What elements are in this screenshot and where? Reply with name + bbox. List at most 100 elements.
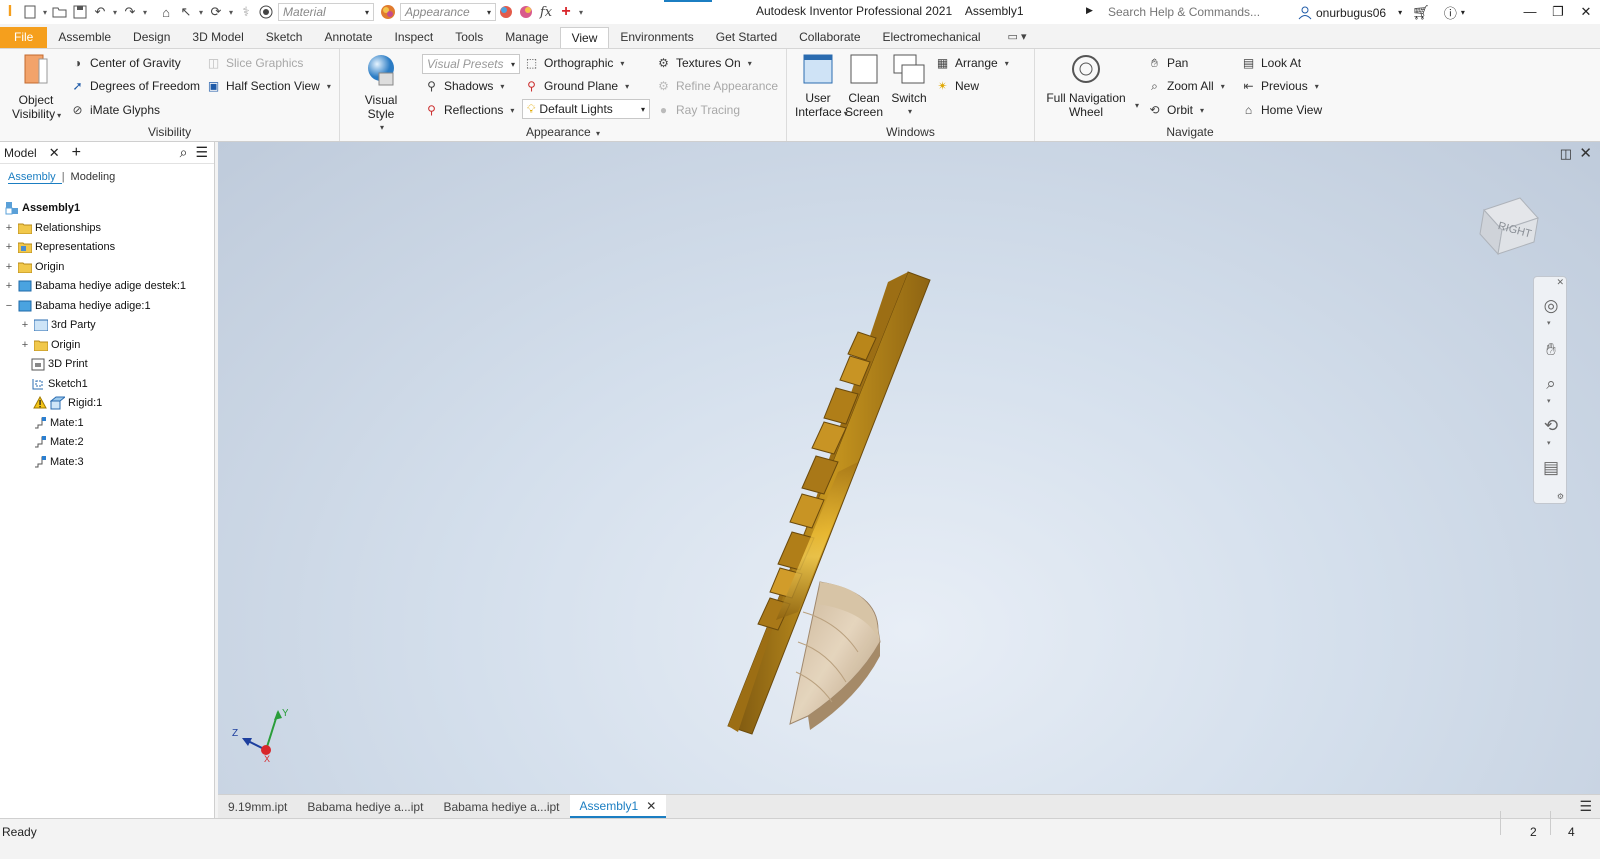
tab-file[interactable]: File: [0, 27, 48, 48]
orthographic-dropdown-icon[interactable]: ▾: [620, 59, 624, 68]
tree-node-sketch1[interactable]: Sketch1: [30, 374, 88, 393]
doc-tab-babama-1[interactable]: Babama hediye a...ipt: [297, 795, 433, 818]
visual-style-button[interactable]: Visual Style ▾: [350, 53, 412, 135]
expand-icon[interactable]: +: [4, 241, 14, 253]
tree-node-mate2[interactable]: Mate:2: [32, 432, 84, 451]
reflections-button[interactable]: ⚲ Reflections ▾: [424, 100, 514, 120]
tree-node-relationships[interactable]: + Relationships: [4, 218, 101, 237]
tree-node-mate3[interactable]: Mate:3: [32, 452, 84, 471]
restore-icon[interactable]: ❐: [1544, 0, 1572, 24]
orthographic-button[interactable]: ⬚ Orthographic ▾: [524, 53, 625, 73]
search-browser-icon[interactable]: ⌕: [180, 144, 188, 161]
tab-design[interactable]: Design: [122, 27, 181, 48]
help-dropdown-icon[interactable]: ▾: [1461, 8, 1465, 17]
tree-node-adige[interactable]: − Babama hediye adige:1: [4, 296, 151, 315]
view-cube[interactable]: RIGHT: [1476, 190, 1539, 256]
pan-button[interactable]: ✋︎ Pan: [1147, 53, 1188, 73]
tab-manage[interactable]: Manage: [494, 27, 559, 48]
switch-button[interactable]: Switch ▾: [887, 53, 931, 119]
slice-graphics-button[interactable]: ◫ Slice Graphics: [206, 53, 304, 73]
arrange-button[interactable]: ▦ Arrange ▾: [935, 53, 1009, 73]
undo-dropdown-icon[interactable]: ▾: [110, 8, 120, 17]
doc-tab-919mm[interactable]: 9.19mm.ipt: [218, 795, 297, 818]
design-doctor-icon[interactable]: ⚕: [236, 2, 256, 22]
select-icon[interactable]: ↖: [176, 2, 196, 22]
nav-orbit-dropdown-icon[interactable]: ▾: [1547, 439, 1551, 447]
tree-node-mate1[interactable]: Mate:1: [32, 413, 84, 432]
object-visibility-button[interactable]: Object Visibility ▾: [12, 53, 61, 123]
nav-wheel-dropdown-icon[interactable]: ▾: [1547, 319, 1551, 327]
doc-tab-close-icon[interactable]: ✕: [646, 795, 656, 817]
ground-plane-dropdown-icon[interactable]: ▾: [625, 82, 629, 91]
zoom-all-button[interactable]: ⌕ Zoom All ▾: [1147, 76, 1225, 96]
expand-icon[interactable]: +: [20, 319, 30, 331]
full-navigation-wheel-button[interactable]: Full Navigation Wheel: [1041, 53, 1131, 119]
home-icon[interactable]: ⌂: [156, 2, 176, 22]
zoom-all-dropdown-icon[interactable]: ▾: [1221, 82, 1225, 91]
look-at-button[interactable]: ▤ Look At: [1241, 53, 1301, 73]
subtab-assembly[interactable]: Assembly: [8, 171, 62, 184]
user-interface-button[interactable]: User Interface ▾: [795, 53, 848, 121]
inventor-logo-icon[interactable]: I: [0, 2, 20, 22]
nav-zoom-icon[interactable]: ⌕: [1540, 373, 1562, 395]
shadows-button[interactable]: ⚲ Shadows ▾: [424, 76, 504, 96]
tree-node-3d-print[interactable]: 3D Print: [30, 354, 88, 373]
reflections-dropdown-icon[interactable]: ▾: [510, 106, 514, 115]
doc-tab-babama-2[interactable]: Babama hediye a...ipt: [433, 795, 569, 818]
tree-node-assembly1[interactable]: Assembly1: [4, 198, 80, 217]
appearance-group-title[interactable]: Appearance ▾: [340, 125, 786, 139]
new-dropdown-icon[interactable]: ▾: [40, 8, 50, 17]
orbit-button[interactable]: ⟲ Orbit ▾: [1147, 100, 1204, 120]
subtab-modeling[interactable]: Modeling: [71, 171, 122, 183]
browser-menu-icon[interactable]: ☰: [195, 144, 208, 161]
tab-collaborate[interactable]: Collaborate: [788, 27, 871, 48]
user-account[interactable]: onurbugus06 ▾ 🛒︎ ⓘ ▾: [1298, 3, 1465, 22]
nav-orbit-icon[interactable]: ⟲: [1540, 415, 1562, 437]
tab-tools[interactable]: Tools: [444, 27, 494, 48]
help-icon[interactable]: ⓘ: [1444, 3, 1457, 22]
full-nav-wheel-dropdown-icon[interactable]: ▾: [1135, 101, 1139, 110]
ilogic-plus-icon[interactable]: +: [556, 2, 576, 22]
collapse-icon[interactable]: −: [4, 300, 14, 312]
new-window-button[interactable]: ✴ New: [935, 76, 979, 96]
add-browser-icon[interactable]: +: [72, 144, 81, 162]
search-expand-icon[interactable]: ▶: [1086, 5, 1093, 16]
lighting-style-dropdown[interactable]: 💡︎ Default Lights ▾: [522, 99, 650, 119]
cart-icon[interactable]: 🛒︎: [1412, 4, 1430, 21]
tree-node-representations[interactable]: + Representations: [4, 237, 115, 256]
tree-node-rigid1[interactable]: Rigid:1: [32, 393, 102, 412]
model-3d-scene[interactable]: [218, 142, 1600, 794]
expand-icon[interactable]: +: [4, 261, 14, 273]
orbit-dropdown-icon[interactable]: ▾: [1200, 106, 1204, 115]
update-dropdown-icon[interactable]: ▾: [226, 8, 236, 17]
switch-dropdown-icon[interactable]: ▾: [889, 105, 931, 119]
customize-qa-icon[interactable]: ▾: [576, 8, 586, 17]
tab-3d-model[interactable]: 3D Model: [181, 27, 254, 48]
expand-icon[interactable]: +: [20, 339, 30, 351]
tab-environments[interactable]: Environments: [609, 27, 704, 48]
nav-look-at-icon[interactable]: ▤: [1540, 457, 1562, 479]
tab-inspect[interactable]: Inspect: [383, 27, 444, 48]
visual-presets-dropdown[interactable]: Visual Presets ▾: [422, 54, 520, 74]
shadows-dropdown-icon[interactable]: ▾: [500, 82, 504, 91]
refine-appearance-button[interactable]: ⚙ Refine Appearance: [656, 76, 778, 96]
tree-node-origin[interactable]: + Origin: [4, 257, 64, 276]
browser-tab-model[interactable]: Model: [4, 146, 37, 160]
appearance-dropdown[interactable]: Appearance ▾: [400, 3, 496, 21]
tab-sketch[interactable]: Sketch: [255, 27, 314, 48]
minimize-icon[interactable]: —: [1516, 0, 1544, 24]
select-dropdown-icon[interactable]: ▾: [196, 8, 206, 17]
ray-tracing-button[interactable]: ● Ray Tracing: [656, 100, 740, 120]
degrees-of-freedom-button[interactable]: ➚ Degrees of Freedom: [70, 76, 200, 96]
expand-icon[interactable]: +: [4, 222, 14, 234]
clean-screen-button[interactable]: Clean Screen: [843, 53, 885, 119]
doc-tabs-menu-icon[interactable]: ☰: [1579, 795, 1592, 818]
tree-node-origin-2[interactable]: + Origin: [20, 335, 80, 354]
redo-dropdown-icon[interactable]: ▾: [140, 8, 150, 17]
half-section-view-button[interactable]: ▣ Half Section View ▾: [206, 76, 331, 96]
expand-icon[interactable]: +: [4, 280, 14, 292]
tab-assemble[interactable]: Assemble: [47, 27, 122, 48]
nav-zoom-dropdown-icon[interactable]: ▾: [1547, 397, 1551, 405]
redo-icon[interactable]: ↷: [120, 2, 140, 22]
save-icon[interactable]: [70, 2, 90, 22]
